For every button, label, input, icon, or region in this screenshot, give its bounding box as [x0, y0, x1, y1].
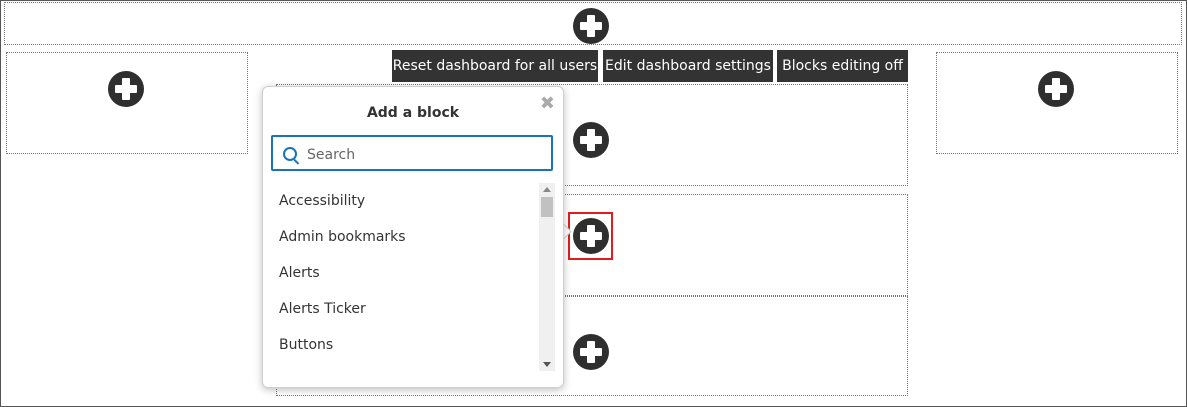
edit-dashboard-settings-button[interactable]: Edit dashboard settings	[603, 50, 773, 82]
list-item-alerts-ticker[interactable]: Alerts Ticker	[263, 291, 541, 327]
scroll-thumb[interactable]	[541, 197, 553, 217]
add-block-popover: Add a block ✖ Accessibility Admin bookma…	[262, 86, 564, 388]
list-item-alerts[interactable]: Alerts	[263, 255, 541, 291]
search-icon	[283, 147, 297, 161]
close-icon[interactable]: ✖	[540, 95, 555, 113]
blocks-editing-toggle-button[interactable]: Blocks editing off	[777, 50, 908, 82]
reset-dashboard-button[interactable]: Reset dashboard for all users	[392, 50, 598, 82]
list-item-buttons[interactable]: Buttons	[263, 327, 541, 363]
list-scrollbar[interactable]	[539, 183, 555, 371]
selection-highlight	[568, 212, 613, 260]
add-block-center-3-icon[interactable]	[573, 334, 609, 370]
search-box	[271, 135, 553, 171]
scroll-down-icon[interactable]	[543, 362, 551, 367]
list-item-accessibility[interactable]: Accessibility	[263, 183, 541, 219]
add-block-center-1-icon[interactable]	[573, 122, 609, 158]
search-input[interactable]	[305, 144, 539, 166]
scroll-up-icon[interactable]	[543, 187, 551, 192]
popover-title: Add a block	[366, 105, 460, 121]
block-list: Accessibility Admin bookmarks Alerts Ale…	[263, 183, 541, 369]
list-item-admin-bookmarks[interactable]: Admin bookmarks	[263, 219, 541, 255]
add-block-top-icon[interactable]	[573, 8, 609, 44]
add-block-side-pre-icon[interactable]	[108, 71, 144, 107]
add-block-side-post-icon[interactable]	[1038, 71, 1074, 107]
